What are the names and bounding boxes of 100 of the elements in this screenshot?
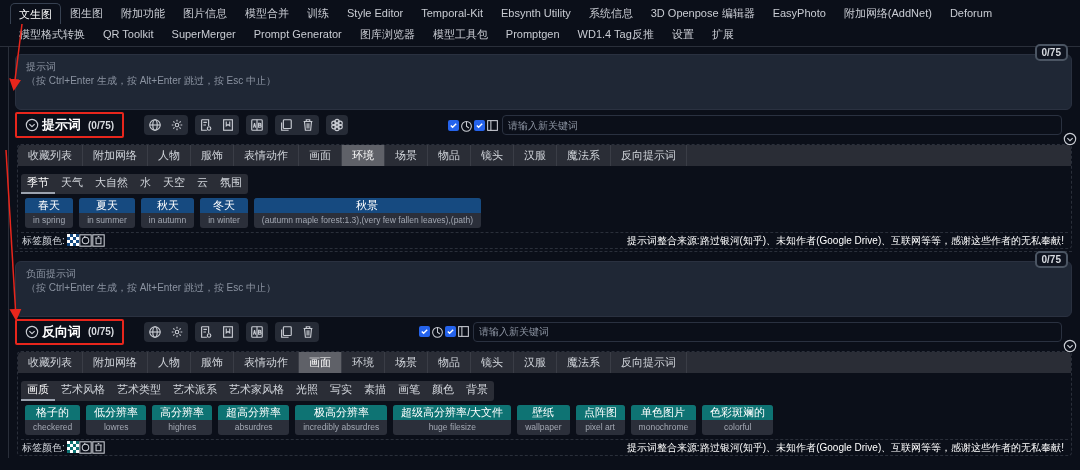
expand-icon[interactable]: [1063, 338, 1077, 353]
reset-icon[interactable]: [78, 440, 92, 454]
keyword-field[interactable]: 请输入新关键词: [473, 321, 1062, 342]
color-swatch[interactable]: [66, 234, 79, 247]
tag-button[interactable]: 超级高分辨率/大文件 huge filesize: [393, 404, 512, 435]
category-tab[interactable]: 环境: [342, 145, 385, 166]
subcategory-tab[interactable]: 背景: [460, 380, 494, 401]
category-tab[interactable]: 镜头: [471, 145, 514, 166]
tag-button[interactable]: 极高分辨率 incredibly absurdres: [295, 404, 388, 435]
tag-button[interactable]: 冬天 in winter: [200, 197, 248, 228]
main-tab[interactable]: WD1.4 Tag反推: [568, 24, 663, 45]
main-tab[interactable]: 系统信息: [579, 3, 642, 24]
expand-icon[interactable]: [1063, 132, 1077, 146]
category-tab[interactable]: 反向提示词: [611, 351, 687, 373]
tag-button[interactable]: 低分辨率 lowres: [86, 404, 147, 435]
category-tab[interactable]: 附加网络: [83, 145, 148, 166]
settings-icon: [170, 324, 185, 339]
main-tab[interactable]: Prompt Generator: [244, 24, 351, 45]
tag-button[interactable]: 高分辨率 highres: [152, 404, 213, 435]
subcategory-tab[interactable]: 天气: [55, 173, 89, 194]
main-tab[interactable]: SuperMerger: [162, 24, 245, 45]
main-tab[interactable]: 模型工具包: [423, 24, 497, 45]
checkbox[interactable]: [448, 119, 460, 131]
tag-button[interactable]: 春天 in spring: [25, 197, 74, 228]
subcategory-tab[interactable]: 艺术派系: [167, 380, 223, 401]
reset-icon[interactable]: [78, 233, 92, 247]
keyword-field[interactable]: 请输入新关键词: [502, 115, 1062, 135]
main-tab[interactable]: 3D Openpose 编辑器: [641, 3, 764, 24]
category-tab[interactable]: 服饰: [191, 351, 234, 373]
main-tab[interactable]: 附加网络(AddNet): [834, 3, 941, 24]
category-tab[interactable]: 镜头: [471, 351, 514, 373]
category-tab[interactable]: 环境: [342, 351, 385, 373]
main-tab[interactable]: QR Toolkit: [94, 24, 163, 45]
tag-color-label: 标签颜色:: [22, 233, 65, 248]
tag-button[interactable]: 夏天 in summer: [79, 197, 135, 228]
category-tab[interactable]: 场景: [385, 351, 428, 373]
main-tab[interactable]: Deforum: [940, 3, 1002, 24]
tag-button[interactable]: 点阵图 pixel art: [575, 404, 625, 435]
main-tab[interactable]: Promptgen: [496, 24, 569, 45]
category-tab[interactable]: 魔法系: [557, 145, 611, 166]
category-tab[interactable]: 收藏列表: [18, 145, 83, 166]
main-tab[interactable]: 附加功能: [112, 3, 174, 24]
subcategory-tab[interactable]: 云: [191, 173, 214, 194]
main-tab[interactable]: 扩展: [702, 24, 743, 45]
tag-button[interactable]: 格子的 checkered: [25, 404, 81, 435]
token-count: (0/75): [88, 325, 115, 340]
subcategory-tab[interactable]: 写实: [324, 380, 358, 401]
category-tab[interactable]: 魔法系: [557, 351, 611, 373]
subcategory-tab[interactable]: 素描: [358, 380, 392, 401]
category-tab[interactable]: 场景: [385, 145, 428, 166]
main-tab[interactable]: Ebsynth Utility: [492, 3, 580, 24]
clear-icon[interactable]: [91, 440, 105, 454]
tag-button[interactable]: 秋天 in autumn: [140, 197, 195, 228]
category-tab[interactable]: 表情动作: [234, 145, 299, 166]
category-tab[interactable]: 收藏列表: [18, 351, 83, 373]
main-tab[interactable]: 图生图: [61, 3, 112, 24]
subcategory-tab[interactable]: 氛围: [214, 173, 248, 194]
subcategory-tab[interactable]: 天空: [157, 173, 191, 194]
main-tab[interactable]: 设置: [662, 24, 703, 45]
globe-icon: [148, 118, 163, 132]
checkbox[interactable]: [419, 326, 431, 338]
main-tab[interactable]: 图库浏览器: [350, 24, 424, 45]
main-tab[interactable]: EasyPhoto: [763, 3, 835, 24]
main-tab[interactable]: 文生图: [10, 3, 61, 24]
tag-button[interactable]: 秋景 (autumn maple forest:1.3),(very few fallen leaves),(path): [253, 197, 481, 228]
category-tab[interactable]: 服饰: [191, 145, 234, 166]
category-tab[interactable]: 附加网络: [83, 351, 148, 373]
subcategory-tab[interactable]: 大自然: [89, 173, 134, 194]
checkbox[interactable]: [474, 119, 486, 131]
tag-button[interactable]: 壁纸 wallpaper: [517, 404, 570, 435]
main-tab[interactable]: 训练: [298, 3, 338, 24]
category-tab[interactable]: 人物: [148, 145, 191, 166]
main-tab[interactable]: 模型合并: [236, 3, 298, 24]
subcategory-tab[interactable]: 画笔: [392, 380, 426, 401]
collapse-icon[interactable]: [25, 324, 39, 339]
color-swatch[interactable]: [66, 441, 79, 454]
checkbox[interactable]: [445, 326, 457, 338]
category-tab[interactable]: 物品: [428, 351, 471, 373]
main-tab[interactable]: Temporal-Kit: [412, 3, 492, 24]
subcategory-tab[interactable]: 艺术家风格: [223, 380, 290, 401]
subcategory-tab[interactable]: 艺术类型: [111, 380, 167, 401]
category-tab[interactable]: 物品: [428, 145, 471, 166]
category-tab[interactable]: 汉服: [514, 145, 557, 166]
category-tab[interactable]: 人物: [148, 351, 191, 373]
tag-button[interactable]: 色彩斑斓的 colorful: [702, 404, 774, 435]
subcategory-tab[interactable]: 季节: [21, 173, 55, 194]
subcategory-tab[interactable]: 水: [134, 173, 157, 194]
category-tab[interactable]: 汉服: [514, 351, 557, 373]
clear-icon[interactable]: [91, 233, 105, 247]
subcategory-tab[interactable]: 艺术风格: [55, 380, 111, 401]
tag-button[interactable]: 超高分辨率 absurdres: [218, 404, 290, 435]
subcategory-tab[interactable]: 光照: [290, 380, 324, 401]
category-tab[interactable]: 反向提示词: [611, 145, 687, 166]
collapse-icon[interactable]: [25, 118, 39, 132]
tag-button[interactable]: 单色图片 monochrome: [630, 404, 697, 435]
subcategory-tab[interactable]: 画质: [21, 380, 55, 401]
category-tab[interactable]: 画面: [299, 351, 342, 373]
main-tab[interactable]: 图片信息: [174, 3, 236, 24]
main-tab[interactable]: Style Editor: [338, 3, 413, 24]
subcategory-tab[interactable]: 颜色: [426, 380, 460, 401]
